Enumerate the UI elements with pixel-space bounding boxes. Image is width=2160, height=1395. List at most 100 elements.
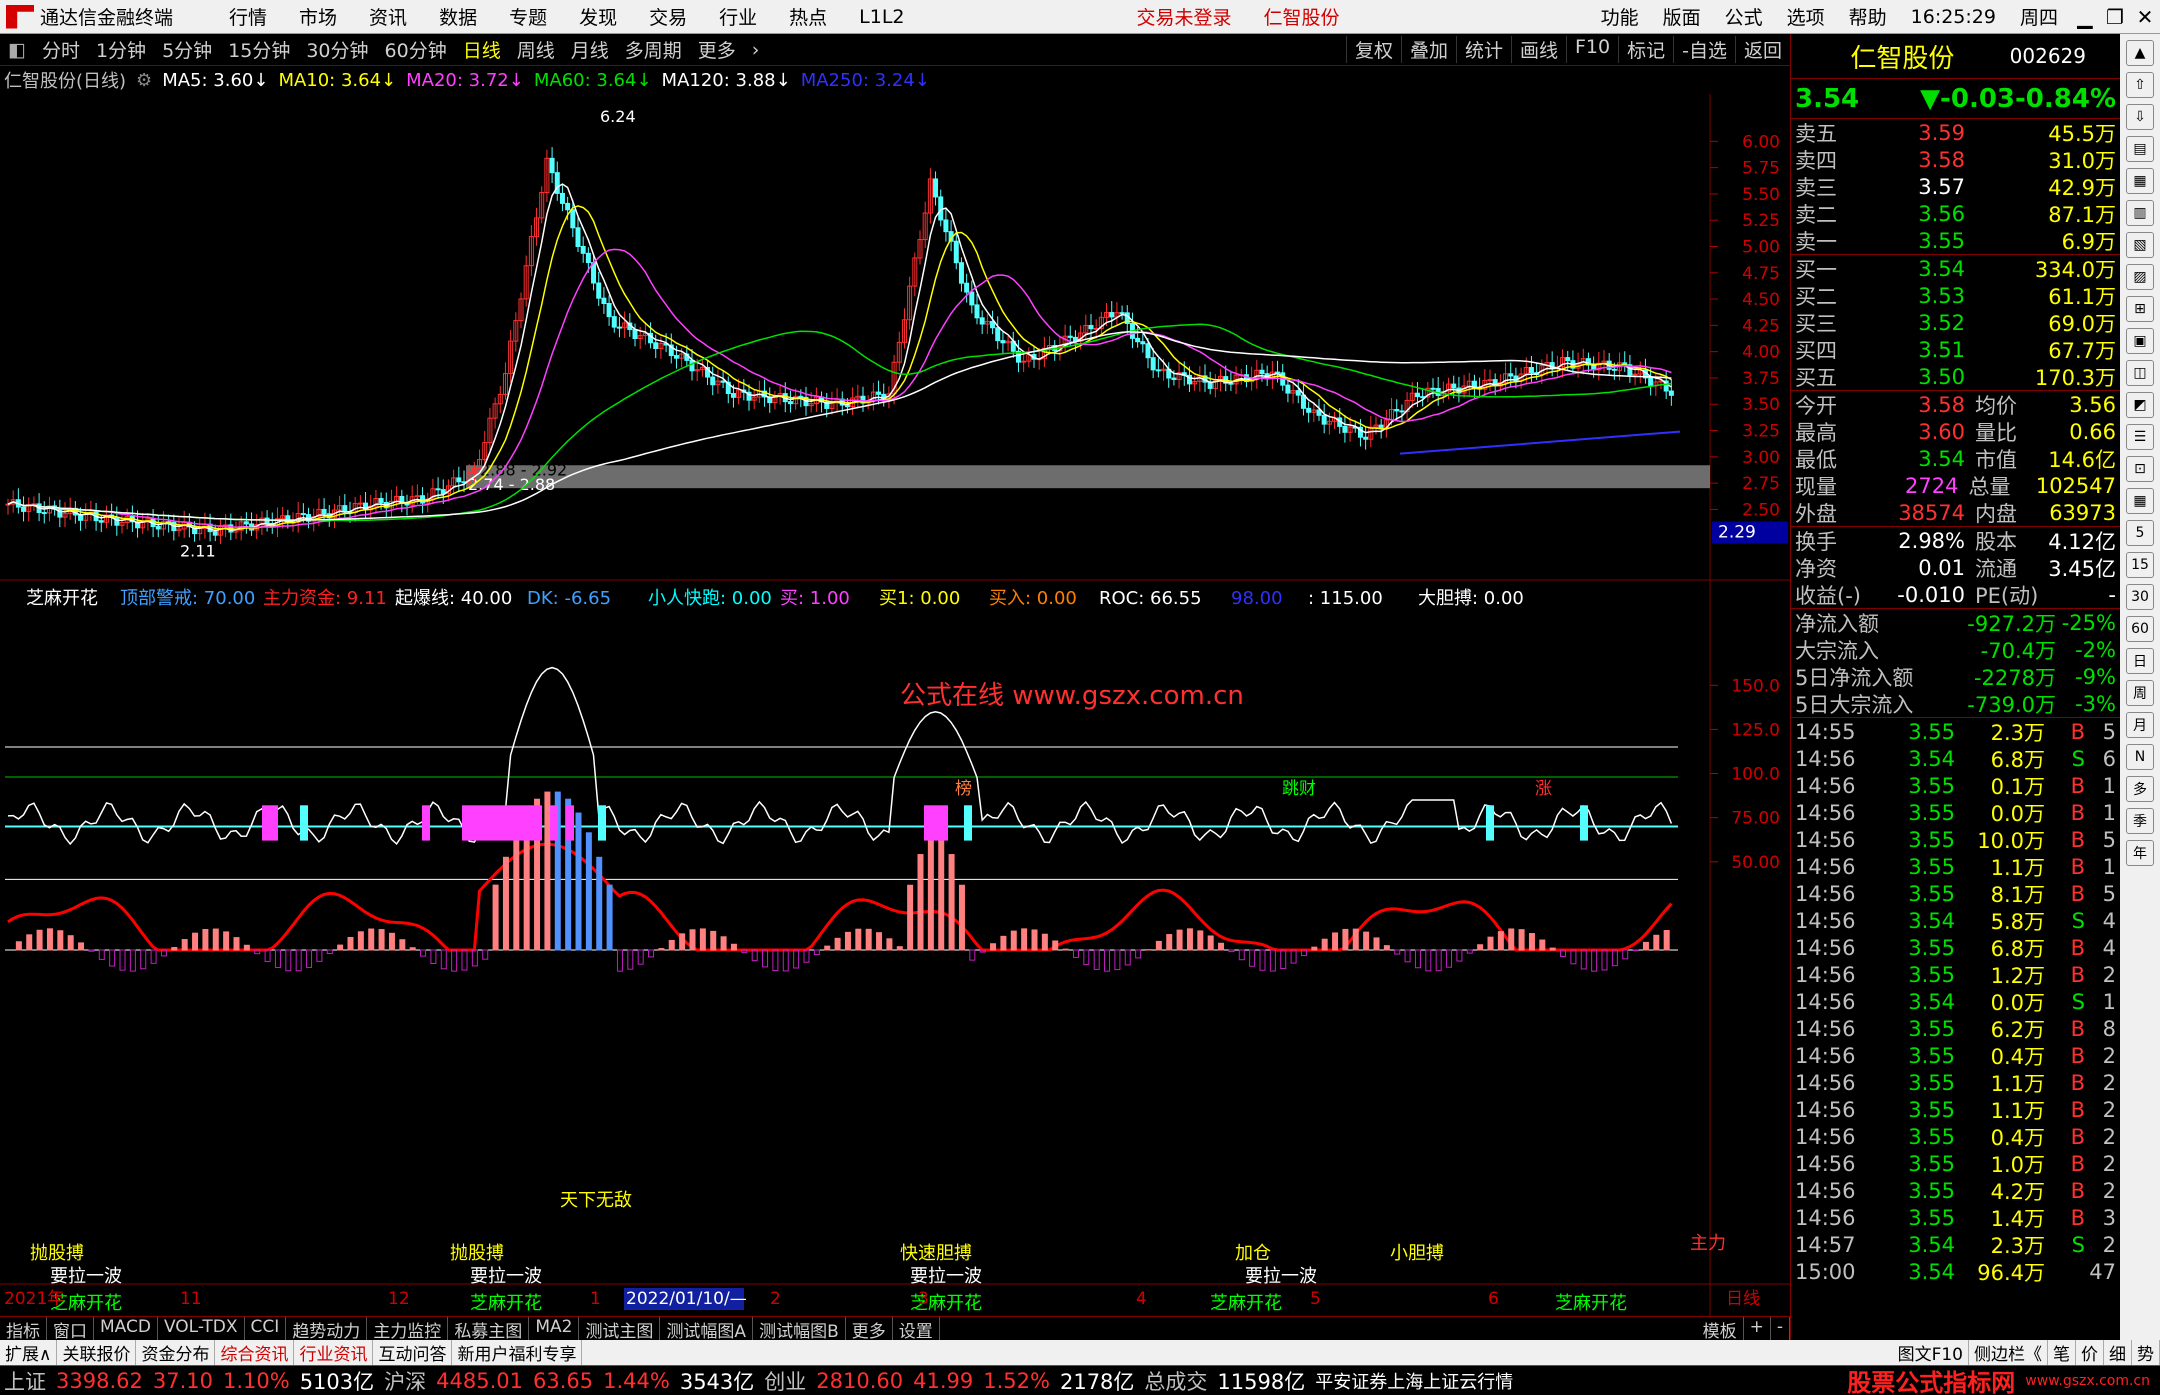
menu-item-l1l2[interactable]: L1L2 bbox=[843, 6, 920, 28]
side-cycle-3[interactable]: N bbox=[2126, 744, 2154, 770]
period-60min[interactable]: 60分钟 bbox=[377, 36, 455, 63]
side-cycle-1[interactable]: 周 bbox=[2126, 680, 2154, 706]
tool-f10[interactable]: F10 bbox=[1566, 36, 1618, 63]
link-item-10[interactable]: 价 bbox=[2076, 1340, 2104, 1365]
indicator-tab-12[interactable]: 更多 bbox=[846, 1317, 893, 1342]
kline-chart[interactable]: 2.88 - 2.922.74 - 2.88 6.242.11公式在线 www.… bbox=[0, 94, 1790, 1316]
close-icon[interactable]: ✕ bbox=[2130, 5, 2160, 29]
menu-item-banmian[interactable]: 版面 bbox=[1651, 3, 1713, 30]
indicator-tab-8[interactable]: MA2 bbox=[529, 1317, 580, 1340]
side-tool-icon-0[interactable]: ▲ bbox=[2126, 40, 2154, 66]
menu-item-bangzhu[interactable]: 帮助 bbox=[1837, 3, 1899, 30]
side-tool-icon-12[interactable]: ☰ bbox=[2126, 424, 2154, 450]
menu-item-hangye[interactable]: 行业 bbox=[703, 3, 773, 30]
link-item-0[interactable]: 扩展∧ bbox=[0, 1340, 58, 1365]
side-cycle-5[interactable]: 季 bbox=[2126, 808, 2154, 834]
link-item-11[interactable]: 细 bbox=[2104, 1340, 2132, 1365]
indicator-tab-11[interactable]: 测试幅图B bbox=[753, 1317, 846, 1342]
menu-item-zhuanti[interactable]: 专题 bbox=[493, 3, 563, 30]
index-name-2[interactable]: 创业 bbox=[764, 1366, 806, 1395]
indicator-tab-1[interactable]: 窗口 bbox=[47, 1317, 94, 1342]
indicator-tab-4[interactable]: CCI bbox=[245, 1317, 287, 1340]
settings-icon[interactable]: ⚙ bbox=[136, 70, 152, 91]
link-item-12[interactable]: 势 bbox=[2132, 1340, 2160, 1365]
side-period-2[interactable]: 30 bbox=[2126, 584, 2154, 610]
minimize-icon[interactable]: ▁ bbox=[2070, 5, 2100, 29]
tool-huaxian[interactable]: 画线 bbox=[1510, 36, 1566, 63]
period-daily[interactable]: 日线 bbox=[455, 36, 509, 63]
link-item-9[interactable]: 笔 bbox=[2048, 1340, 2076, 1365]
tool-tongji[interactable]: 统计 bbox=[1455, 36, 1511, 63]
indicator-tab-0[interactable]: 指标 bbox=[0, 1317, 47, 1342]
link-item-8[interactable]: 侧边栏《 bbox=[1969, 1340, 2048, 1365]
link-item-1[interactable]: 关联报价 bbox=[57, 1340, 137, 1365]
indicator-tab-2[interactable]: MACD bbox=[94, 1317, 158, 1340]
side-tool-icon-6[interactable]: ▧ bbox=[2126, 232, 2154, 258]
login-status[interactable]: 交易未登录 bbox=[1121, 3, 1248, 30]
toggle-panel-icon[interactable]: ◧ bbox=[0, 39, 34, 61]
side-cycle-0[interactable]: 日 bbox=[2126, 648, 2154, 674]
side-tool-icon-13[interactable]: ⊡ bbox=[2126, 456, 2154, 482]
menu-item-hangqing[interactable]: 行情 bbox=[213, 3, 283, 30]
side-cycle-2[interactable]: 月 bbox=[2126, 712, 2154, 738]
indicator-tab-3[interactable]: VOL-TDX bbox=[158, 1317, 245, 1340]
side-period-1[interactable]: 15 bbox=[2126, 552, 2154, 578]
link-item-4[interactable]: 行业资讯 bbox=[294, 1340, 374, 1365]
period-weekly[interactable]: 周线 bbox=[509, 36, 563, 63]
side-cycle-4[interactable]: 多 bbox=[2126, 776, 2154, 802]
period-more[interactable]: 更多 bbox=[690, 36, 744, 63]
indicator-tab-16[interactable]: - bbox=[1771, 1317, 1790, 1340]
indicator-tab-15[interactable]: + bbox=[1744, 1317, 1771, 1340]
indicator-tab-9[interactable]: 测试主图 bbox=[579, 1317, 661, 1342]
side-tool-icon-4[interactable]: ▦ bbox=[2126, 168, 2154, 194]
period-monthly[interactable]: 月线 bbox=[563, 36, 617, 63]
side-tool-icon-3[interactable]: ▤ bbox=[2126, 136, 2154, 162]
chevron-right-icon[interactable]: › bbox=[744, 39, 768, 61]
restore-icon[interactable]: ❐ bbox=[2100, 5, 2130, 29]
side-tool-icon-10[interactable]: ◫ bbox=[2126, 360, 2154, 386]
period-multi[interactable]: 多周期 bbox=[617, 36, 690, 63]
period-15min[interactable]: 15分钟 bbox=[220, 36, 298, 63]
period-1min[interactable]: 1分钟 bbox=[88, 36, 154, 63]
side-tool-icon-9[interactable]: ▣ bbox=[2126, 328, 2154, 354]
side-tool-icon-8[interactable]: ⊞ bbox=[2126, 296, 2154, 322]
tool-zixuan[interactable]: -自选 bbox=[1673, 36, 1735, 63]
menu-item-zixun[interactable]: 资讯 bbox=[353, 3, 423, 30]
tool-diejia[interactable]: 叠加 bbox=[1400, 36, 1456, 63]
menu-item-gongneng[interactable]: 功能 bbox=[1589, 3, 1651, 30]
indicator-tab-14[interactable]: 模板 bbox=[1697, 1317, 1744, 1342]
side-period-3[interactable]: 60 bbox=[2126, 616, 2154, 642]
link-item-3[interactable]: 综合资讯 bbox=[215, 1340, 295, 1365]
period-fenshi[interactable]: 分时 bbox=[34, 36, 88, 63]
tool-fuquan[interactable]: 复权 bbox=[1345, 36, 1401, 63]
side-tool-icon-14[interactable]: ▦ bbox=[2126, 488, 2154, 514]
menu-item-redian[interactable]: 热点 bbox=[773, 3, 843, 30]
tool-biaoji[interactable]: 标记 bbox=[1618, 36, 1673, 63]
side-tool-icon-1[interactable]: ⇧ bbox=[2126, 72, 2154, 98]
link-item-6[interactable]: 新用户福利专享 bbox=[452, 1340, 583, 1365]
link-item-7[interactable]: 图文F10 bbox=[1893, 1340, 1969, 1365]
side-tool-icon-5[interactable]: ▥ bbox=[2126, 200, 2154, 226]
side-period-0[interactable]: 5 bbox=[2126, 520, 2154, 546]
index-name-1[interactable]: 沪深 bbox=[384, 1366, 426, 1395]
menu-item-xuanxiang[interactable]: 选项 bbox=[1775, 3, 1837, 30]
period-30min[interactable]: 30分钟 bbox=[298, 36, 376, 63]
tool-fanhui[interactable]: 返回 bbox=[1734, 36, 1790, 63]
side-cycle-6[interactable]: 年 bbox=[2126, 840, 2154, 866]
indicator-tab-5[interactable]: 趋势动力 bbox=[286, 1317, 368, 1342]
period-5min[interactable]: 5分钟 bbox=[154, 36, 220, 63]
side-tool-icon-2[interactable]: ⇩ bbox=[2126, 104, 2154, 130]
link-item-5[interactable]: 互动问答 bbox=[373, 1340, 453, 1365]
side-tool-icon-7[interactable]: ▨ bbox=[2126, 264, 2154, 290]
menu-item-gongshi[interactable]: 公式 bbox=[1713, 3, 1775, 30]
link-item-2[interactable]: 资金分布 bbox=[136, 1340, 216, 1365]
menu-item-faxian[interactable]: 发现 bbox=[563, 3, 633, 30]
menu-item-shuju[interactable]: 数据 bbox=[423, 3, 493, 30]
indicator-tab-13[interactable]: 设置 bbox=[893, 1317, 940, 1342]
indicator-tab-7[interactable]: 私募主图 bbox=[448, 1317, 530, 1342]
tick-list[interactable]: 14:55 3.55 2.3万 B 5 14:56 3.54 6.8万 S 6 14:56 3.55 0… bbox=[1791, 717, 2120, 1285]
menu-item-shichang[interactable]: 市场 bbox=[283, 3, 353, 30]
indicator-tab-6[interactable]: 主力监控 bbox=[367, 1317, 449, 1342]
side-tool-icon-11[interactable]: ◩ bbox=[2126, 392, 2154, 418]
index-name-0[interactable]: 上证 bbox=[4, 1366, 46, 1395]
